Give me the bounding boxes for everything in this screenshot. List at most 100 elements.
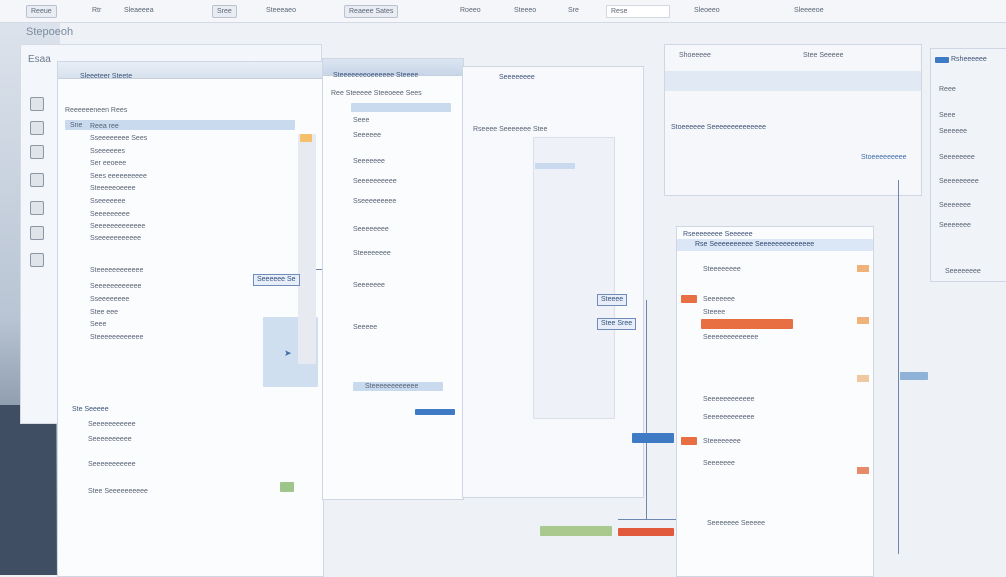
lock-icon[interactable] — [30, 173, 44, 187]
sidebar-item[interactable]: Seee — [939, 111, 955, 120]
settings-icon[interactable] — [30, 226, 44, 240]
list-item[interactable]: Seee — [353, 116, 369, 125]
yellow-marker — [300, 134, 312, 142]
list-item[interactable]: Sseeeeeeeeeee — [90, 234, 141, 243]
list-item[interactable]: Sseeeeeeee Sees — [90, 134, 147, 143]
list-item[interactable]: Sseeeeeeeee — [353, 197, 396, 206]
menu-item-12[interactable]: Sleeeeoe — [790, 5, 828, 16]
list-item[interactable]: Reea ree — [90, 122, 119, 131]
list-item[interactable]: Seeeeeeeeee — [88, 435, 132, 444]
arrow-tab[interactable] — [900, 372, 928, 380]
list-item[interactable]: Steeeeeeee — [703, 265, 741, 274]
connector-line — [646, 300, 647, 520]
list-item[interactable]: Seeeeeeeeeee — [88, 460, 136, 469]
menu-item-9[interactable]: Sre — [564, 5, 583, 16]
list-item[interactable]: Seeeeeee — [353, 157, 385, 166]
list-item[interactable]: Seeeeeeeee — [90, 210, 130, 219]
list-item[interactable]: Seeeeeeeeeeee — [90, 282, 141, 291]
middle-blue-bar — [415, 409, 455, 415]
center-panel-label: Rseeee Seeeeeee Stee — [473, 126, 548, 133]
sidebar-item[interactable]: Seeeeeeee — [939, 153, 975, 162]
menu-item-4[interactable]: Sree — [212, 5, 237, 18]
list-item[interactable]: Seeeee — [353, 323, 377, 332]
left-second-header: Ste Seeeee — [72, 406, 109, 413]
center-tag[interactable]: Steeee — [597, 294, 628, 306]
menu-item-3[interactable]: Sleaeeea — [120, 5, 158, 16]
menu-item-6[interactable]: Reaeee Sates — [344, 5, 399, 18]
middle-panel-footer[interactable]: Steeeeeeeeeeee — [365, 382, 418, 391]
list-item[interactable]: Steeeeeeeeeeee — [90, 333, 143, 342]
menu-item-11[interactable]: Sleoeeo — [690, 5, 724, 16]
sidebar-item[interactable]: Seeeeeee — [939, 221, 971, 230]
center-selected-row[interactable] — [535, 163, 575, 169]
sidebar-item[interactable]: Seeeeeee — [939, 201, 971, 210]
right-panel-title: Stoeeeeee Seeeeeeeeeeeeee — [671, 124, 766, 131]
sidebar-item[interactable]: Reee — [939, 85, 956, 94]
menu-item-1[interactable]: Reeue — [26, 5, 57, 18]
connector-line — [898, 180, 899, 554]
sidebar-footer[interactable]: Seeeeeeee — [945, 267, 981, 276]
document-icon[interactable] — [30, 121, 44, 135]
list-item[interactable]: Seeeeeeeeeeee — [703, 395, 754, 404]
list-item[interactable]: Sseeeeees — [90, 147, 125, 156]
menu-item-10[interactable]: Rese — [606, 5, 670, 18]
list-item[interactable]: Sseeeeeeee — [90, 295, 129, 304]
orange-highlight — [701, 319, 793, 329]
sidebar-item[interactable]: Seeeeee — [939, 127, 967, 136]
list-item[interactable]: Sseeeeeee — [90, 197, 125, 206]
right-panel-band — [665, 71, 921, 91]
list-item[interactable]: Seeeeeeeeeeeee — [90, 222, 145, 231]
center-panel: Seeeeeeee Rseeee Seeeeeee Stee — [462, 66, 644, 498]
swatch — [857, 317, 869, 324]
grid-icon[interactable] — [30, 201, 44, 215]
right-panel-header: Shoeeeee — [679, 52, 711, 59]
home-icon[interactable] — [30, 97, 44, 111]
shield-icon[interactable] — [30, 145, 44, 159]
left-column-label: Sne — [70, 122, 83, 129]
list-item[interactable]: Steeee — [703, 308, 725, 317]
right-panel-subheader: Stee Seeeee — [803, 52, 844, 59]
window-title: Stepoeoh — [26, 26, 74, 38]
connector-line — [618, 519, 678, 520]
orange-marker — [681, 437, 697, 445]
scroll-column[interactable] — [298, 134, 316, 364]
list-item[interactable]: Seeeeeeee — [353, 225, 389, 234]
list-item[interactable]: Stee eee — [90, 308, 118, 317]
list-item[interactable]: Seeeeeeeeee — [353, 177, 397, 186]
list-item[interactable]: Seeeeeeeeeeeee — [703, 333, 758, 342]
right-panel-link[interactable]: Stoeeeeeeeee — [861, 153, 907, 162]
menu-item-2[interactable]: Rtr — [88, 5, 105, 16]
list-item[interactable]: Ser eeoeee — [90, 159, 126, 168]
green-marker — [280, 482, 294, 492]
left-callout[interactable]: Seeeeee Se — [253, 274, 300, 286]
green-bar — [540, 526, 612, 536]
list-item[interactable]: Seeeeeee — [703, 295, 735, 304]
list-item[interactable]: Seeeeeeeeeee — [88, 420, 136, 429]
list-item[interactable]: Seeeeeee — [353, 281, 385, 290]
list-item[interactable]: Seeeeee — [353, 131, 381, 140]
list-item[interactable]: Sees eeeeeeeeee — [90, 172, 147, 181]
sidebar-item[interactable]: Seeeeeeeee — [939, 177, 979, 186]
list-item[interactable]: Seee — [90, 320, 106, 329]
dialog-subtitle: Rse Seeeeeeeeee Seeeeeeeeeeeeee — [695, 241, 815, 248]
middle-selected-row[interactable] — [351, 103, 451, 112]
menu-item-8[interactable]: Steeeo — [510, 5, 540, 16]
center-tag[interactable]: Stee Sree — [597, 318, 637, 330]
list-item[interactable]: Steeeeeeee — [353, 249, 391, 258]
list-item[interactable]: Steeeeeeeeeeee — [90, 266, 143, 275]
left-panel-subheader: Reeeeeeneen Rees — [65, 107, 128, 114]
background-bottom-dark — [0, 405, 56, 575]
dialog-title: Rseeeeeeee Seeeeee — [683, 231, 753, 238]
list-item[interactable]: Stee Seeeeeeeeee — [88, 487, 148, 496]
list-item[interactable]: Seeeeeee — [703, 459, 735, 468]
middle-panel-subheader: Ree Steeeee Steeoeee Sees — [331, 90, 422, 97]
list-item[interactable]: Seeeeeeeeeeee — [703, 413, 754, 422]
list-item[interactable]: Steeeeeeee — [703, 437, 741, 446]
menu-item-5[interactable]: Steeeaeo — [262, 5, 300, 16]
menu-item-7[interactable]: Roeeo — [456, 5, 485, 16]
left-panel-title: Esaa — [28, 54, 51, 65]
list-icon[interactable] — [30, 253, 44, 267]
list-item[interactable]: Steeeeeoeeee — [90, 184, 136, 193]
dialog-footer: Seeeeeee Seeeee — [707, 520, 765, 527]
middle-panel-tab[interactable]: Steeeeeeeoeeeeee Steeee — [333, 71, 418, 80]
